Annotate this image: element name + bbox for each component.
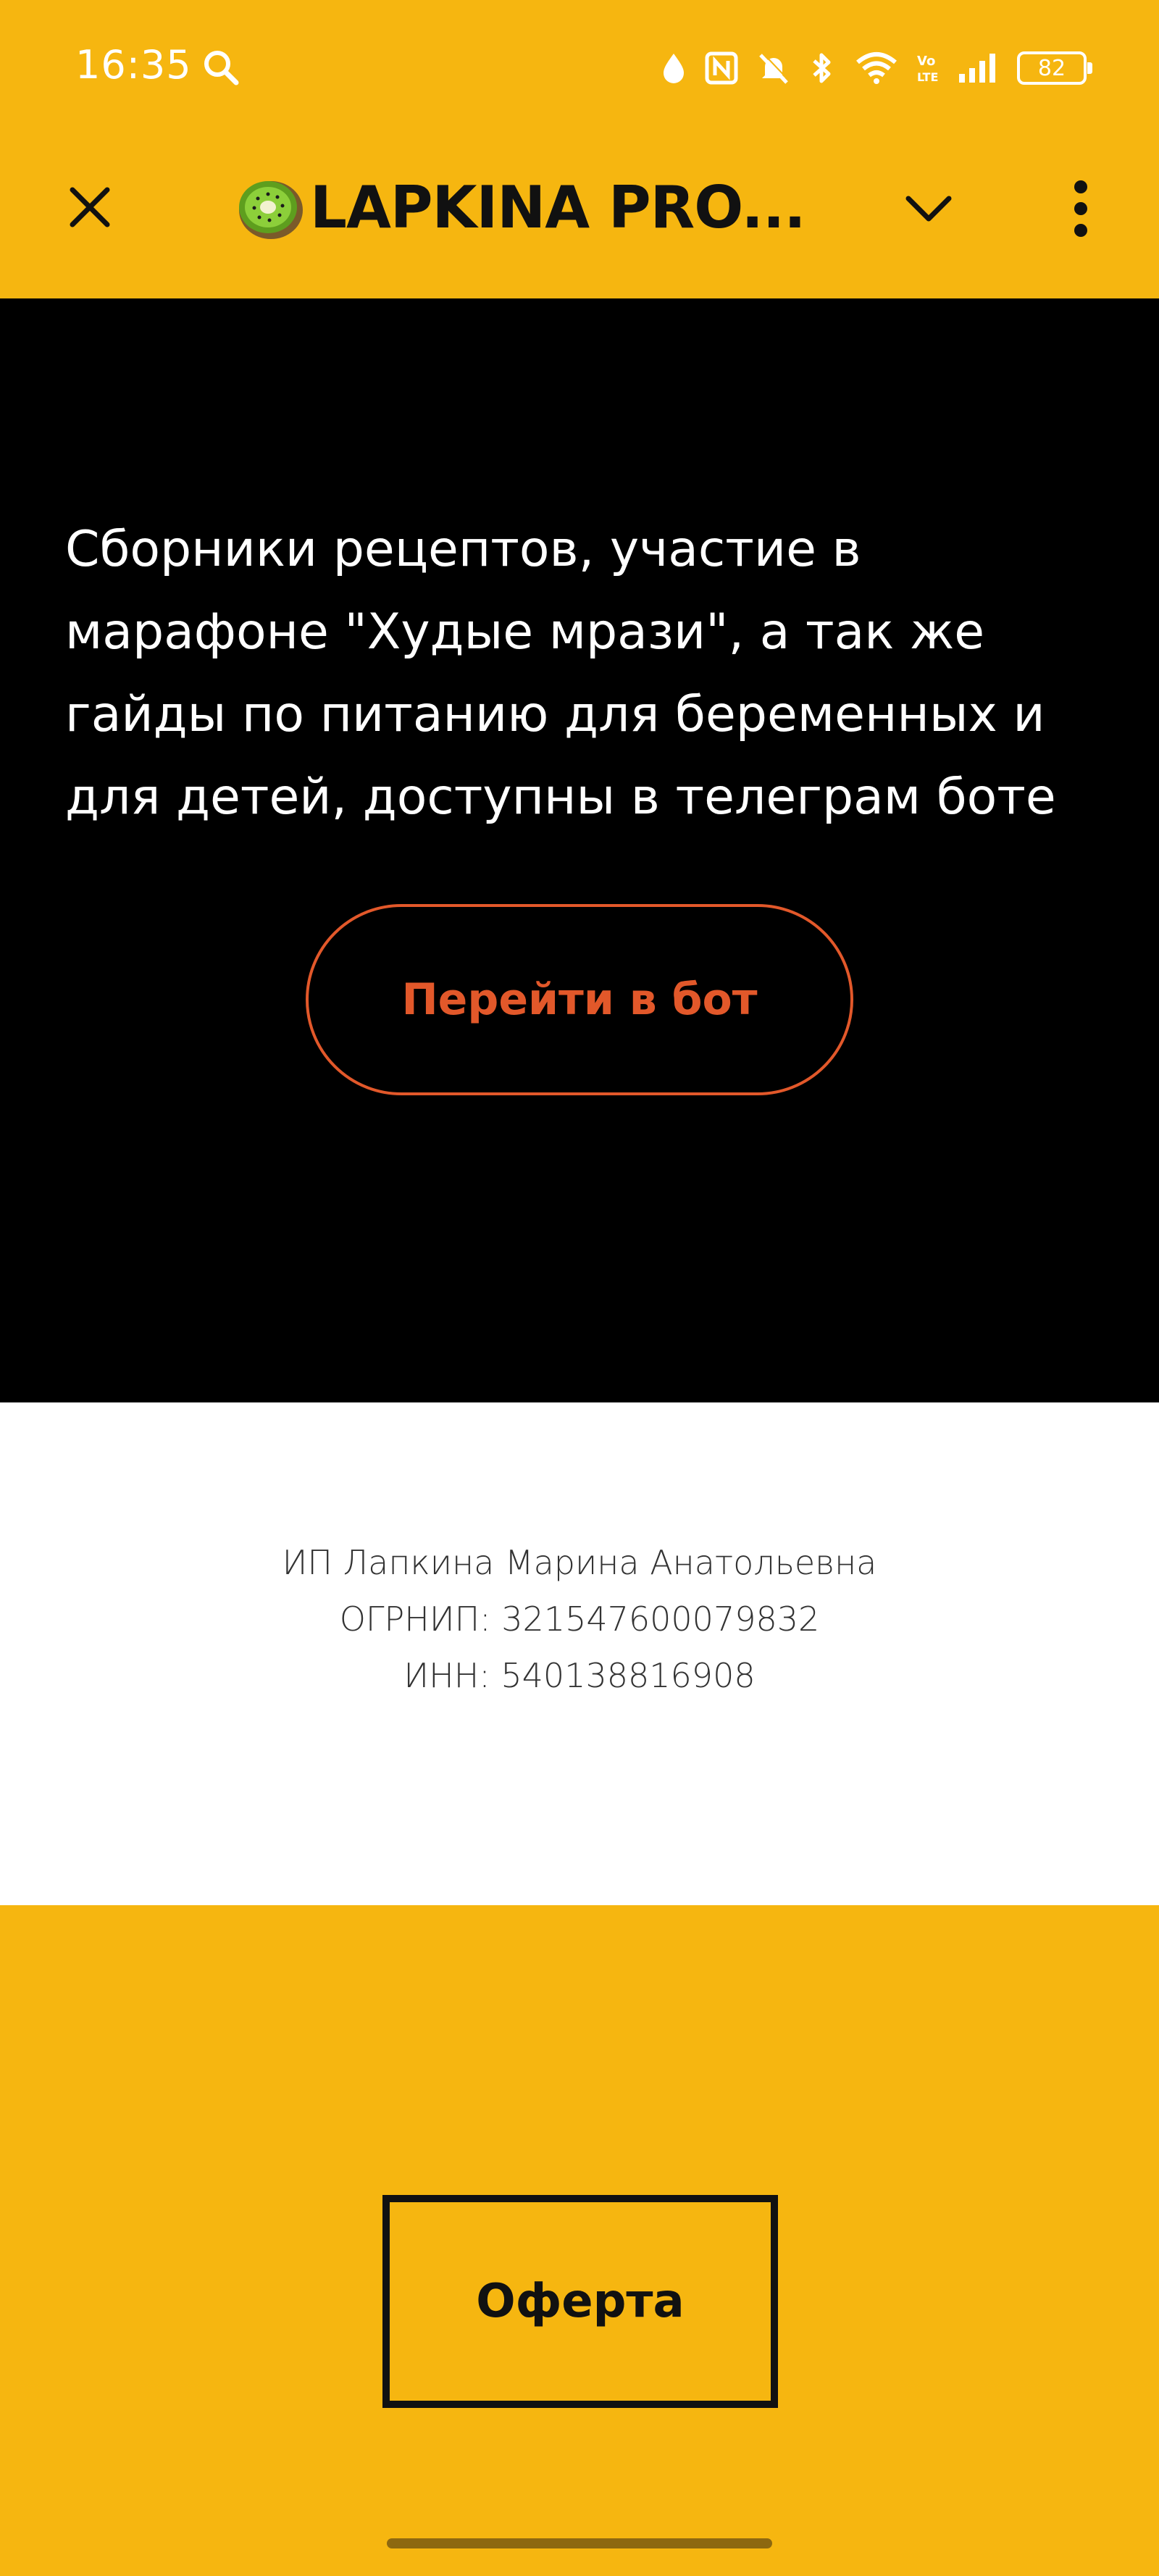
offer-button[interactable]: Оферта	[382, 2195, 778, 2408]
company-inn: ИНН: 540138816908	[403, 1656, 756, 1695]
mute-icon	[756, 51, 791, 85]
kiwi-logo	[232, 170, 307, 245]
close-icon	[70, 187, 110, 227]
location-drop-icon	[661, 51, 687, 85]
battery-level: 82	[1037, 55, 1066, 81]
close-button[interactable]	[62, 180, 117, 235]
app-header: LAPKINA PRO...	[0, 138, 1159, 298]
bluetooth-icon	[808, 51, 837, 85]
hero-section: Сборники рецептов, участие в марафоне "Х…	[0, 298, 1159, 1402]
home-indicator[interactable]	[387, 2538, 772, 2548]
more-vertical-icon	[1074, 180, 1087, 237]
chevron-down-icon	[905, 196, 952, 222]
hero-line: Сборники рецептов, участие в	[65, 521, 861, 578]
volte-icon: Vo LTE	[916, 51, 939, 85]
company-details: ИП Лапкина Марина Анатольевна ОГРНИП: 32…	[0, 1534, 1159, 1704]
battery-icon: 82	[1017, 51, 1092, 85]
company-name: ИП Лапкина Марина Анатольевна	[282, 1543, 877, 1582]
go-to-bot-button[interactable]: Перейти в бот	[306, 904, 853, 1095]
page-title: LAPKINA PRO...	[310, 174, 806, 241]
company-info-section: ИП Лапкина Марина Анатольевна ОГРНИП: 32…	[0, 1402, 1159, 1905]
hero-line: марафоне "Худые мрази", а так же	[65, 603, 985, 661]
status-bar: 16:35 Vo LTE 82	[0, 0, 1159, 138]
footer-section: Оферта	[0, 1905, 1159, 2576]
search-icon	[201, 48, 242, 88]
status-icons: Vo LTE 82	[661, 45, 1092, 91]
expand-button[interactable]	[898, 183, 959, 235]
status-time: 16:35	[75, 42, 192, 88]
hero-description: Сборники рецептов, участие в марафоне "Х…	[65, 509, 1108, 839]
more-menu-button[interactable]	[1058, 175, 1104, 242]
svg-text:Vo: Vo	[917, 54, 935, 69]
nfc-icon	[704, 51, 739, 85]
hero-line: гайды по питанию для беременных и	[65, 686, 1045, 743]
signal-icon	[956, 51, 1000, 85]
svg-text:LTE: LTE	[917, 70, 938, 84]
hero-line: для детей, доступны в телеграм боте	[65, 769, 1056, 826]
wifi-icon	[855, 51, 898, 85]
company-ogrnip: ОГРНИП: 321547600079832	[339, 1599, 820, 1639]
